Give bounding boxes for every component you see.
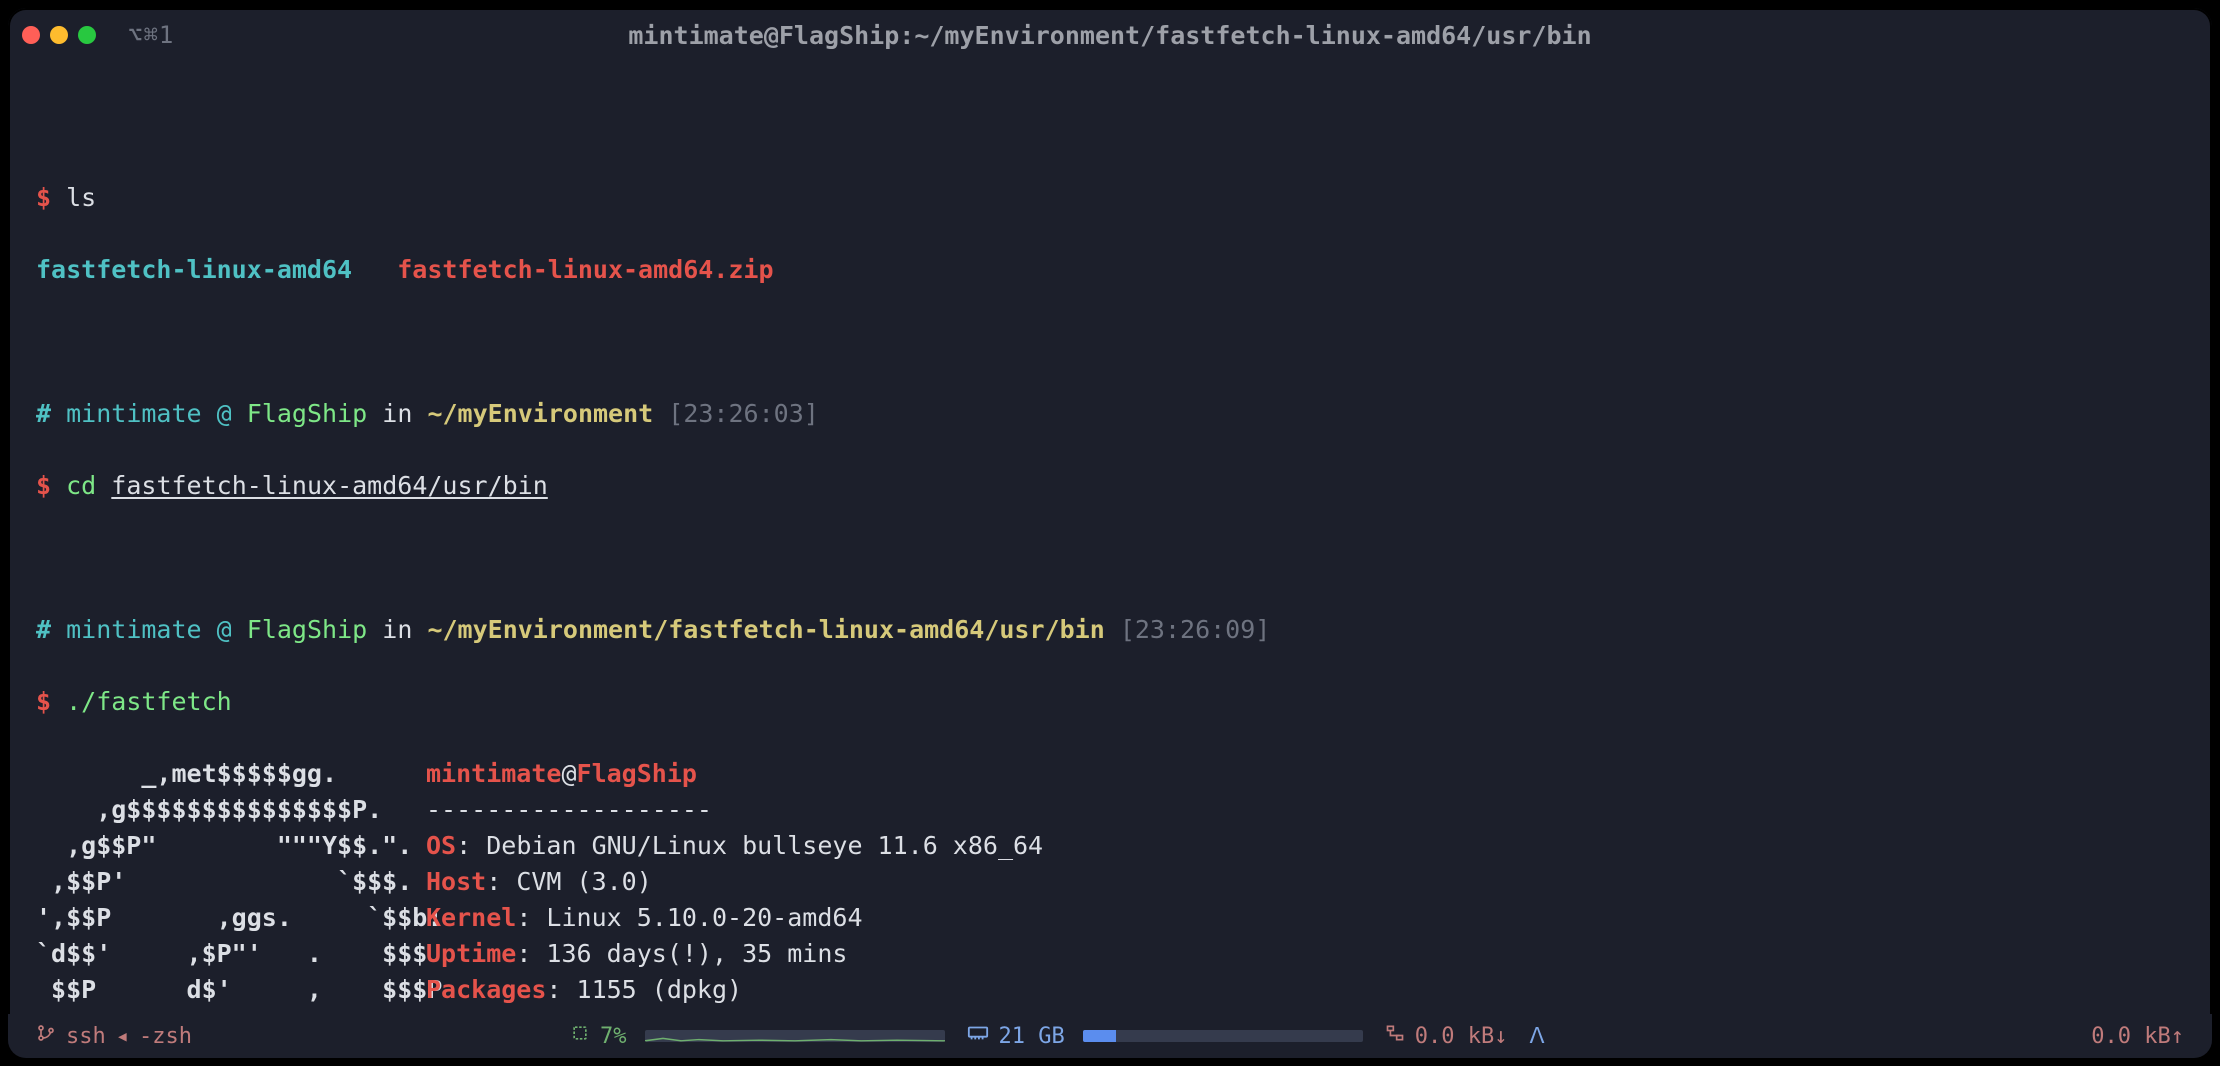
prompt-at: @ — [217, 615, 232, 644]
ls-result-dir: fastfetch-linux-amd64 — [36, 255, 352, 284]
status-bar: ssh ◂ -zsh 7% 21 GB — [8, 1014, 2212, 1058]
branch-icon — [36, 1023, 56, 1049]
titlebar: ⌥⌘1 mintimate@FlagShip:~/myEnvironment/f… — [8, 8, 2212, 62]
net-down: 0.0 kB↓ — [1415, 1024, 1508, 1049]
prompt-host: FlagShip — [247, 399, 367, 428]
status-cpu: 7% — [570, 1023, 953, 1049]
terminal-output[interactable]: $ ls fastfetch-linux-amd64 fastfetch-lin… — [8, 66, 2212, 1012]
status-sess-1: ssh — [66, 1024, 106, 1049]
status-session: ssh ◂ -zsh — [36, 1023, 376, 1049]
cd-path-arg: fastfetch-linux-amd64/usr/bin — [111, 471, 548, 500]
header-hr: ------------------- — [426, 792, 1118, 828]
ram-value: 21 GB — [999, 1024, 1065, 1049]
prompt-in: in — [382, 399, 412, 428]
prompt-path: ~/myEnvironment — [427, 399, 653, 428]
cmd-ls: ls — [66, 183, 96, 212]
prompt-in: in — [382, 615, 412, 644]
ram-icon — [967, 1023, 989, 1049]
ascii-logo: _,met$$$$$gg. ,g$$$$$$$$$$$$$$$P. ,g$$P"… — [36, 756, 426, 1058]
prompt-path: ~/myEnvironment/fastfetch-linux-amd64/us… — [427, 615, 1104, 644]
chip-icon — [570, 1023, 590, 1049]
logo-line: ,g$$$$$$$$$$$$$$$P. — [36, 792, 426, 828]
logo-line: $$P d$' , $$$P — [36, 972, 426, 1008]
info-row: Uptime: 136 days(!), 35 mins — [426, 936, 1118, 972]
prompt-hash: # — [36, 615, 51, 644]
logo-line: `d$$' ,$P"' . $$$ — [36, 936, 426, 972]
prompt-user: mintimate — [66, 615, 201, 644]
cpu-sparkline — [645, 1030, 945, 1042]
status-net-up: 0.0 kB↑ — [2091, 1024, 2184, 1049]
info-row: Packages: 1155 (dpkg) — [426, 972, 1118, 1008]
prompt-host: FlagShip — [247, 615, 367, 644]
logo-line: ,g$$P" """Y$$.". — [36, 828, 426, 864]
cmd-cd: cd — [66, 471, 96, 500]
ls-result-zip: fastfetch-linux-amd64.zip — [397, 255, 773, 284]
net-up: 0.0 kB↑ — [2091, 1024, 2184, 1049]
logo-line: ,$$P' `$$$. — [36, 864, 426, 900]
caret-icon: ᐱ — [1529, 1024, 1544, 1049]
terminal-window: ⌥⌘1 mintimate@FlagShip:~/myEnvironment/f… — [8, 8, 2212, 1058]
status-net: 0.0 kB↓ ᐱ — [1385, 1023, 1567, 1049]
info-row: Kernel: Linux 5.10.0-20-amd64 — [426, 900, 1118, 936]
status-sess-2: -zsh — [139, 1024, 192, 1049]
prompt-at: @ — [217, 399, 232, 428]
cpu-pct: 7% — [600, 1024, 627, 1049]
fastfetch-output: _,met$$$$$gg. ,g$$$$$$$$$$$$$$$P. ,g$$P"… — [36, 756, 2184, 1058]
logo-line: ',$$P ,ggs. `$$b: — [36, 900, 426, 936]
prompt-sign: $ — [36, 471, 51, 500]
info-row: Host: CVM (3.0) — [426, 864, 1118, 900]
network-icon — [1385, 1023, 1405, 1049]
prompt-time: [23:26:03] — [668, 399, 819, 428]
prompt-sign: $ — [36, 687, 51, 716]
info-row: OS: Debian GNU/Linux bullseye 11.6 x86_6… — [426, 828, 1118, 864]
logo-line: _,met$$$$$gg. — [36, 756, 426, 792]
cmd-fastfetch: ./fastfetch — [66, 687, 232, 716]
prompt-user: mintimate — [66, 399, 201, 428]
status-memory: 21 GB — [967, 1023, 1371, 1049]
header-user: mintimate — [426, 759, 561, 788]
window-title: mintimate@FlagShip:~/myEnvironment/fastf… — [8, 21, 2212, 50]
ram-meter — [1083, 1030, 1363, 1042]
status-sep: ◂ — [116, 1024, 129, 1049]
header-host: FlagShip — [577, 759, 697, 788]
prompt-time: [23:26:09] — [1120, 615, 1271, 644]
prompt-sign: $ — [36, 183, 51, 212]
sysinfo-list: mintimate@FlagShip-------------------OS:… — [426, 756, 1118, 1058]
prompt-hash: # — [36, 399, 51, 428]
